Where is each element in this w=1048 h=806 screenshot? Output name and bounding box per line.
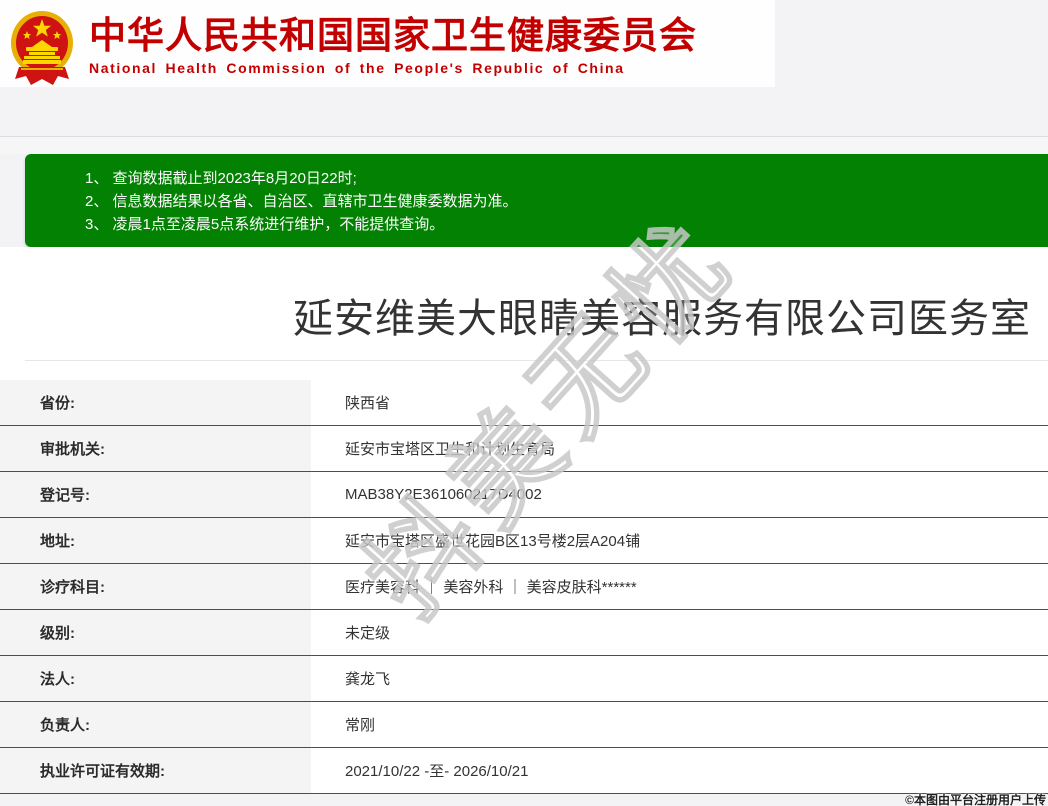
table-row-province: 省份: 陕西省	[0, 380, 1048, 426]
row-value: 2021/10/22 -至- 2026/10/21	[311, 748, 1048, 793]
copyright-note: ©本图由平台注册用户上传	[905, 793, 1046, 806]
row-label: 法人:	[0, 656, 311, 701]
row-value: 陕西省	[311, 380, 1048, 425]
row-value: 常刚	[311, 702, 1048, 747]
table-row-level: 级别: 未定级	[0, 610, 1048, 656]
row-label: 省份:	[0, 380, 311, 425]
row-value: 延安市宝塔区盛世花园B区13号楼2层A204铺	[311, 518, 1048, 563]
footer-strip: ©本图由平台注册用户上传	[0, 794, 1048, 806]
row-label: 审批机关:	[0, 426, 311, 471]
institution-name-title: 延安维美大眼睛美容服务有限公司医务室	[293, 297, 1031, 341]
row-label: 负责人:	[0, 702, 311, 747]
notice-item: 2、 信息数据结果以各省、自治区、直辖市卫生健康委数据为准。	[85, 193, 518, 210]
notice-item: 1、 查询数据截止到2023年8月20日22时;	[85, 170, 357, 187]
table-row-license-validity: 执业许可证有效期: 2021/10/22 -至- 2026/10/21	[0, 748, 1048, 794]
header-title-chinese: 中华人民共和国国家卫生健康委员会	[89, 15, 697, 56]
header-band: 中华人民共和国国家卫生健康委员会 National Health Commiss…	[0, 0, 1048, 87]
row-label: 登记号:	[0, 472, 311, 517]
row-value: 医疗美容科 ｜ 美容外科 ｜ 美容皮肤科******	[311, 564, 1048, 609]
row-value: MAB38Y2E361060217D4002	[311, 472, 1048, 517]
table-row-approval-authority: 审批机关: 延安市宝塔区卫生和计划生育局	[0, 426, 1048, 472]
table-row-address: 地址: 延安市宝塔区盛世花园B区13号楼2层A204铺	[0, 518, 1048, 564]
table-row-registration-number: 登记号: MAB38Y2E361060217D4002	[0, 472, 1048, 518]
table-row-legal-person: 法人: 龚龙飞	[0, 656, 1048, 702]
notice-item: 3、 凌晨1点至凌晨5点系统进行维护，不能提供查询。	[85, 216, 445, 233]
result-panel: 延安维美大眼睛美容服务有限公司医务室 省份: 陕西省 审批机关: 延安市宝塔区卫…	[0, 247, 1048, 794]
header-sub-band-2	[0, 137, 1048, 154]
row-label: 地址:	[0, 518, 311, 563]
header-sub-band	[0, 87, 1048, 137]
row-label: 级别:	[0, 610, 311, 655]
table-row-medical-departments: 诊疗科目: 医疗美容科 ｜ 美容外科 ｜ 美容皮肤科******	[0, 564, 1048, 610]
row-value: 延安市宝塔区卫生和计划生育局	[311, 426, 1048, 471]
row-value: 龚龙飞	[311, 656, 1048, 701]
institution-info-table: 省份: 陕西省 审批机关: 延安市宝塔区卫生和计划生育局 登记号: MAB38Y…	[0, 380, 1048, 794]
row-label: 执业许可证有效期:	[0, 748, 311, 793]
site-header: 中华人民共和国国家卫生健康委员会 National Health Commiss…	[0, 0, 775, 87]
row-label: 诊疗科目:	[0, 564, 311, 609]
china-national-emblem-icon	[11, 10, 73, 85]
row-value: 未定级	[311, 610, 1048, 655]
notice-box: 1、 查询数据截止到2023年8月20日22时; 2、 信息数据结果以各省、自治…	[25, 154, 1048, 247]
table-row-person-in-charge: 负责人: 常刚	[0, 702, 1048, 748]
header-title-english: National Health Commission of the People…	[89, 60, 625, 76]
title-divider	[25, 360, 1048, 361]
